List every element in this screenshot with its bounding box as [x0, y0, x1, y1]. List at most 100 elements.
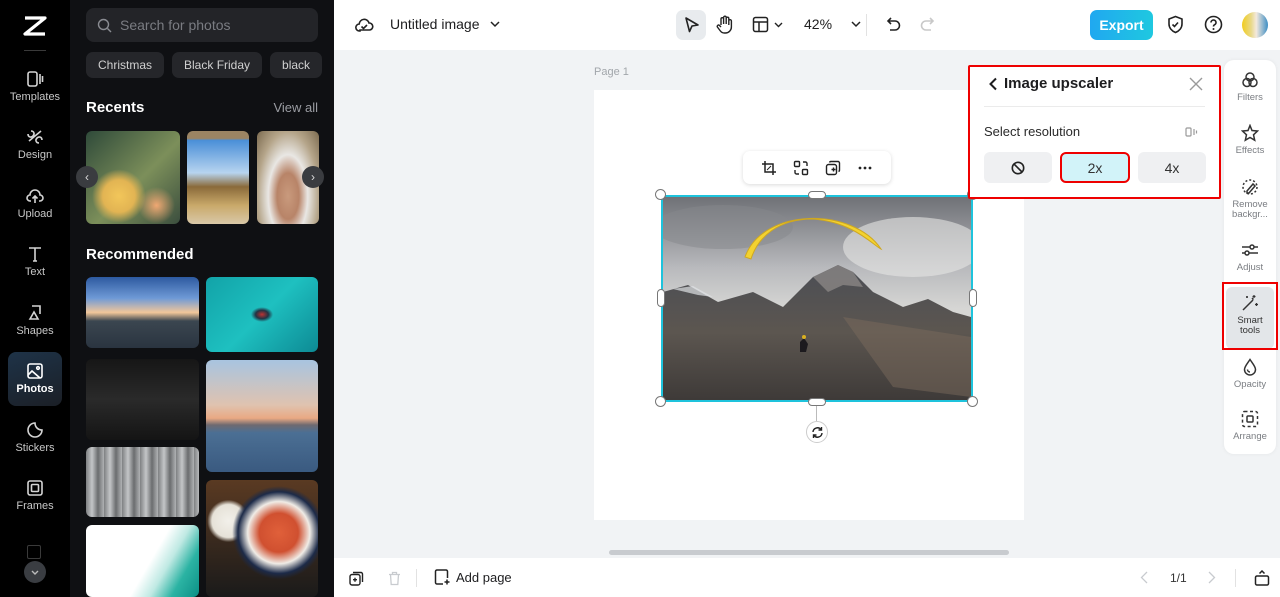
- compare-icon: [1185, 127, 1198, 137]
- chip-christmas[interactable]: Christmas: [86, 52, 165, 78]
- resize-handle-top[interactable]: [808, 191, 826, 199]
- recents-next-button[interactable]: ›: [302, 166, 324, 188]
- recommended-photo-boat[interactable]: [206, 277, 318, 352]
- sidebar-item-label: Frames: [16, 500, 54, 512]
- rotate-handle[interactable]: [806, 421, 828, 443]
- rail-divider: [24, 50, 46, 51]
- undo-icon: [886, 17, 901, 31]
- sidebar-item-stickers[interactable]: Stickers: [8, 410, 62, 464]
- sidebar-item-label: Upload: [17, 207, 53, 220]
- sidebar-item-design[interactable]: Design: [8, 118, 62, 172]
- document-title-button[interactable]: Untitled image: [390, 16, 500, 32]
- shield-button[interactable]: [1167, 15, 1184, 34]
- close-button[interactable]: [1189, 75, 1203, 96]
- zoom-dropdown[interactable]: 42%: [804, 16, 861, 32]
- resize-handle-right[interactable]: [969, 289, 977, 307]
- replace-icon[interactable]: [793, 160, 809, 176]
- resolution-option-2x[interactable]: 2x: [1060, 152, 1130, 183]
- duplicate-icon[interactable]: [825, 160, 841, 176]
- redo-button[interactable]: [919, 16, 935, 33]
- search-box[interactable]: [86, 8, 318, 42]
- recents-prev-button[interactable]: ‹: [76, 166, 98, 188]
- chevron-left-icon: ‹: [85, 170, 89, 184]
- sidebar-item-label: Templates: [9, 90, 61, 103]
- capcut-logo-icon[interactable]: [21, 14, 49, 38]
- sidebar-item-label: Text: [24, 266, 46, 278]
- crop-icon[interactable]: [761, 160, 777, 176]
- selected-image[interactable]: [661, 195, 973, 402]
- sidebar-item-label: Shapes: [16, 324, 54, 337]
- chip-black[interactable]: black: [270, 52, 322, 78]
- user-avatar[interactable]: [1242, 12, 1268, 38]
- compare-toggle[interactable]: [1185, 125, 1199, 143]
- resolution-option-4x[interactable]: 4x: [1138, 152, 1206, 183]
- tool-label: Effects: [1235, 145, 1265, 156]
- bottom-divider: [416, 569, 417, 587]
- recommended-photo-city[interactable]: [86, 277, 199, 348]
- zoom-level: 42%: [804, 16, 833, 32]
- sidebar-item-upload[interactable]: Upload: [8, 176, 62, 230]
- rail-expand-button[interactable]: [24, 561, 46, 583]
- shapes-icon: [28, 304, 41, 320]
- sidebar-item-label: Photos: [16, 383, 54, 395]
- back-chevron-icon[interactable]: [988, 77, 998, 91]
- rotate-connector: [816, 406, 817, 421]
- app: Templates Design Upload Text Shapes Phot…: [0, 0, 1280, 597]
- opacity-icon: [1243, 358, 1257, 376]
- hand-icon: [716, 15, 733, 34]
- resize-handle-bottom[interactable]: [808, 398, 826, 406]
- more-options-icon[interactable]: [857, 160, 873, 176]
- chevron-right-icon: ›: [311, 170, 315, 184]
- export-button[interactable]: Export: [1090, 10, 1153, 40]
- undo-button[interactable]: [886, 16, 902, 33]
- trash-icon: [389, 571, 400, 586]
- header-divider: [984, 106, 1205, 107]
- sidebar-item-frames[interactable]: Frames: [8, 469, 62, 523]
- recent-photo-buddha[interactable]: [187, 131, 249, 224]
- help-button[interactable]: [1204, 15, 1223, 34]
- toolbar-divider: [866, 14, 867, 36]
- resize-handle-bottom-right[interactable]: [967, 396, 978, 407]
- chip-black-friday[interactable]: Black Friday: [172, 52, 263, 78]
- recent-photo-flowers[interactable]: [86, 131, 180, 224]
- sidebar-item-templates[interactable]: Templates: [8, 59, 62, 113]
- tool-opacity[interactable]: Opacity: [1226, 358, 1274, 390]
- resize-handle-top-left[interactable]: [655, 189, 666, 200]
- sidebar-item-shapes[interactable]: Shapes: [8, 293, 62, 347]
- recommended-photo-temple[interactable]: [86, 447, 199, 517]
- resolution-option-none[interactable]: [984, 152, 1052, 183]
- view-all-link[interactable]: View all: [273, 100, 318, 115]
- layout-button[interactable]: [752, 16, 783, 33]
- recommended-photo-ramen[interactable]: [206, 480, 318, 597]
- cloud-saved-icon[interactable]: [355, 16, 374, 33]
- duplicate-page-button[interactable]: [349, 571, 364, 591]
- add-page-button[interactable]: Add page: [434, 569, 512, 586]
- search-input[interactable]: [120, 17, 310, 33]
- previous-page-button[interactable]: [1140, 571, 1148, 589]
- recommended-photo-teal-abstract[interactable]: [86, 525, 199, 597]
- expand-pages-button[interactable]: [1254, 569, 1270, 591]
- next-page-button[interactable]: [1208, 571, 1216, 589]
- hand-tool-button[interactable]: [716, 15, 734, 35]
- delete-page-button[interactable]: [388, 571, 401, 591]
- sidebar-item-photos[interactable]: Photos: [8, 351, 62, 406]
- tool-arrange[interactable]: Arrange: [1226, 410, 1274, 442]
- frames-icon: [27, 480, 43, 496]
- arrange-icon: [1241, 410, 1259, 428]
- recommended-photo-dark-texture[interactable]: [86, 359, 199, 440]
- close-icon: [1189, 77, 1203, 91]
- page-label: Page 1: [594, 66, 629, 78]
- resize-handle-bottom-left[interactable]: [655, 396, 666, 407]
- tool-effects[interactable]: Effects: [1226, 124, 1274, 156]
- sidebar-item-text[interactable]: Text: [8, 235, 62, 289]
- tool-remove-background[interactable]: Remove backgr...: [1226, 178, 1274, 220]
- help-icon: [1204, 15, 1223, 34]
- tool-adjust[interactable]: Adjust: [1226, 241, 1274, 273]
- add-page-icon: [434, 569, 450, 585]
- templates-icon: [27, 70, 44, 87]
- resize-handle-left[interactable]: [657, 289, 665, 307]
- horizontal-scrollbar[interactable]: [609, 550, 1009, 555]
- select-tool-button[interactable]: [676, 10, 706, 40]
- recommended-photo-skyline[interactable]: [206, 360, 318, 472]
- tool-filters[interactable]: Filters: [1226, 71, 1274, 103]
